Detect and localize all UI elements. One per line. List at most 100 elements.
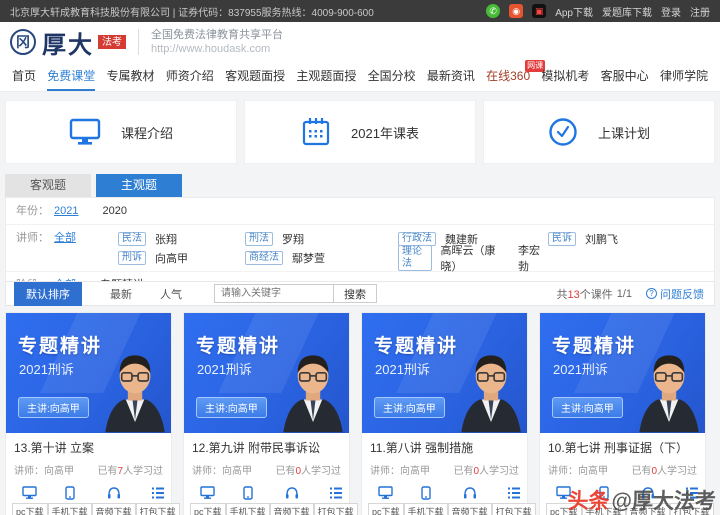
register-link[interactable]: 注册 — [690, 4, 710, 19]
teacher-option-all[interactable]: 全部 — [54, 229, 94, 247]
pc-download-button[interactable]: pc下载 — [12, 486, 48, 515]
mobile-download-button[interactable]: 手机下载 — [581, 486, 626, 515]
audio-download-button[interactable]: 音频下载 — [91, 486, 136, 515]
class-plan-card[interactable]: 上课计划 — [483, 100, 715, 164]
tab-subjective[interactable]: 主观题 — [96, 174, 183, 197]
app-download-link[interactable]: App下载 — [555, 4, 593, 19]
package-download-button[interactable]: 打包下载 — [491, 486, 536, 515]
nav-objective-course[interactable]: 客观题面授 — [225, 62, 285, 91]
teacher-liupengfei[interactable]: 刘鹏飞 — [585, 231, 618, 247]
course-card-1[interactable]: 专题精讲 2021刑诉 主讲:向高甲 13.第十讲 立案 讲师：向高甲 已有7人… — [5, 312, 180, 515]
nav-teachers[interactable]: 师资介绍 — [166, 62, 214, 91]
thumb-title: 专题精讲 — [374, 336, 459, 357]
subject-tag-criminal-law[interactable]: 刑法 — [245, 231, 273, 246]
teacher-name: 向高甲 — [578, 466, 608, 477]
tab-objective[interactable]: 客观题 — [5, 174, 92, 197]
teacher-luoxiang[interactable]: 罗翔 — [282, 231, 304, 247]
pc-download-label: pc下载 — [368, 503, 404, 515]
pc-download-button[interactable]: pc下载 — [368, 486, 404, 515]
teacher-name: 向高甲 — [44, 466, 74, 477]
nav-free-class[interactable]: 免费课堂 — [47, 62, 96, 91]
course-thumbnail[interactable]: 专题精讲 2021刑诉 主讲:向高甲 — [540, 313, 705, 433]
learn-suffix: 人学习过 — [479, 466, 519, 477]
nav-online360[interactable]: 在线360 网课 — [486, 60, 546, 91]
learner-count: 已有0人学习过 — [453, 462, 519, 477]
logo-text[interactable]: 厚大 — [42, 25, 94, 60]
course-card-2[interactable]: 专题精讲 2021刑诉 主讲:向高甲 12.第九讲 附带民事诉讼 讲师：向高甲 … — [183, 312, 358, 515]
subject-tag-commercial-law[interactable]: 商经法 — [245, 250, 283, 265]
nav-lawyer-school[interactable]: 律师学院 — [660, 62, 708, 91]
search-group: 搜索 — [214, 284, 377, 303]
teacher-zhangxiang[interactable]: 张翔 — [155, 231, 177, 247]
logo-icon[interactable]: 冈 — [10, 29, 36, 55]
nav-mock-exam[interactable]: 模拟机考 — [541, 62, 589, 91]
audio-download-button[interactable]: 音频下载 — [625, 486, 670, 515]
feedback-link[interactable]: ? 问题反馈 — [646, 286, 704, 302]
course-card-3[interactable]: 专题精讲 2021刑诉 主讲:向高甲 11.第八讲 强制措施 讲师：向高甲 已有… — [361, 312, 536, 515]
course-title[interactable]: 11.第八讲 强制措施 — [370, 439, 519, 456]
nav-textbooks[interactable]: 专属教材 — [107, 62, 155, 91]
lecturer-photo — [461, 355, 521, 433]
thumb-title: 专题精讲 — [18, 336, 103, 357]
topbar: 北京厚大轩成教育科技股份有限公司 | 证券代码：837955服务热线：4009-… — [0, 0, 720, 22]
nav-branches[interactable]: 全国分校 — [368, 62, 416, 91]
audio-download-label: 音频下载 — [447, 503, 492, 515]
package-download-button[interactable]: 打包下载 — [313, 486, 358, 515]
audio-download-label: 音频下载 — [625, 503, 670, 515]
learn-prefix: 已有 — [275, 466, 296, 477]
subject-tag-criminal-procedure[interactable]: 刑诉 — [118, 250, 146, 265]
teacher-filter-label: 讲师： — [16, 232, 49, 244]
pc-download-button[interactable]: pc下载 — [546, 486, 582, 515]
course-info: 11.第八讲 强制措施 讲师：向高甲 已有0人学习过 — [362, 433, 527, 480]
course-title[interactable]: 12.第九讲 附带民事诉讼 — [192, 439, 341, 456]
nav-home[interactable]: 首页 — [12, 62, 36, 91]
mobile-download-button[interactable]: 手机下载 — [47, 486, 92, 515]
quick-links-row: 课程介绍 2021年课表 上课计划 — [5, 100, 715, 164]
teacher-gaohuiyun[interactable]: 高晖云（康晓） — [441, 242, 506, 274]
teacher-lihongbo[interactable]: 李宏勃 — [518, 242, 546, 274]
year-option-2021[interactable]: 2021 — [54, 202, 78, 220]
course-thumbnail[interactable]: 专题精讲 2021刑诉 主讲:向高甲 — [6, 313, 171, 433]
audio-download-button[interactable]: 音频下载 — [447, 486, 492, 515]
learn-suffix: 人学习过 — [301, 466, 341, 477]
login-link[interactable]: 登录 — [661, 4, 681, 19]
subject-tag-theory-law[interactable]: 理论法 — [398, 244, 432, 271]
course-teacher: 讲师：向高甲 — [548, 462, 608, 477]
course-teacher: 讲师：向高甲 — [192, 462, 252, 477]
wechat-icon[interactable]: ✆ — [486, 4, 501, 18]
audio-download-label: 音频下载 — [91, 503, 136, 515]
toutiao-icon[interactable]: ▣ — [532, 4, 547, 18]
sort-default-button[interactable]: 默认排序 — [14, 281, 82, 306]
phone-icon — [420, 486, 431, 500]
nav-subjective-course[interactable]: 主观题面授 — [296, 62, 356, 91]
sort-popular-button[interactable]: 人气 — [160, 286, 182, 302]
course-intro-card[interactable]: 课程介绍 — [5, 100, 237, 164]
teacher-name: 向高甲 — [222, 466, 252, 477]
package-download-button[interactable]: 打包下载 — [669, 486, 714, 515]
mobile-download-button[interactable]: 手机下载 — [403, 486, 448, 515]
weibo-icon[interactable]: ◉ — [509, 4, 524, 18]
teacher-xianggaojia[interactable]: 向高甲 — [155, 250, 188, 266]
search-input[interactable] — [214, 284, 334, 303]
tiku-download-link[interactable]: 爱题库下载 — [602, 4, 652, 19]
year-option-2020[interactable]: 2020 — [102, 202, 126, 220]
search-button[interactable]: 搜索 — [334, 284, 377, 303]
course-card-4[interactable]: 专题精讲 2021刑诉 主讲:向高甲 10.第七讲 刑事证据（下） 讲师：向高甲… — [539, 312, 714, 515]
sort-newest-button[interactable]: 最新 — [110, 286, 132, 302]
course-title[interactable]: 10.第七讲 刑事证据（下） — [548, 439, 697, 456]
timetable-card[interactable]: 2021年课表 — [244, 100, 476, 164]
audio-download-button[interactable]: 音频下载 — [269, 486, 314, 515]
teacher-yanmengxuan[interactable]: 鄢梦萱 — [292, 250, 325, 266]
course-thumbnail[interactable]: 专题精讲 2021刑诉 主讲:向高甲 — [362, 313, 527, 433]
subject-tag-civil-law[interactable]: 民法 — [118, 231, 146, 246]
year-filter-row: 年份： 2021 2020 — [6, 198, 714, 224]
package-download-button[interactable]: 打包下载 — [135, 486, 180, 515]
nav-service[interactable]: 客服中心 — [601, 62, 649, 91]
mobile-download-button[interactable]: 手机下载 — [225, 486, 270, 515]
nav-news[interactable]: 最新资讯 — [427, 62, 475, 91]
pc-download-button[interactable]: pc下载 — [190, 486, 226, 515]
course-cards-row: 专题精讲 2021刑诉 主讲:向高甲 13.第十讲 立案 讲师：向高甲 已有7人… — [5, 312, 714, 515]
thumb-subtitle: 2021刑诉 — [197, 362, 252, 377]
course-title[interactable]: 13.第十讲 立案 — [14, 439, 163, 456]
course-thumbnail[interactable]: 专题精讲 2021刑诉 主讲:向高甲 — [184, 313, 349, 433]
